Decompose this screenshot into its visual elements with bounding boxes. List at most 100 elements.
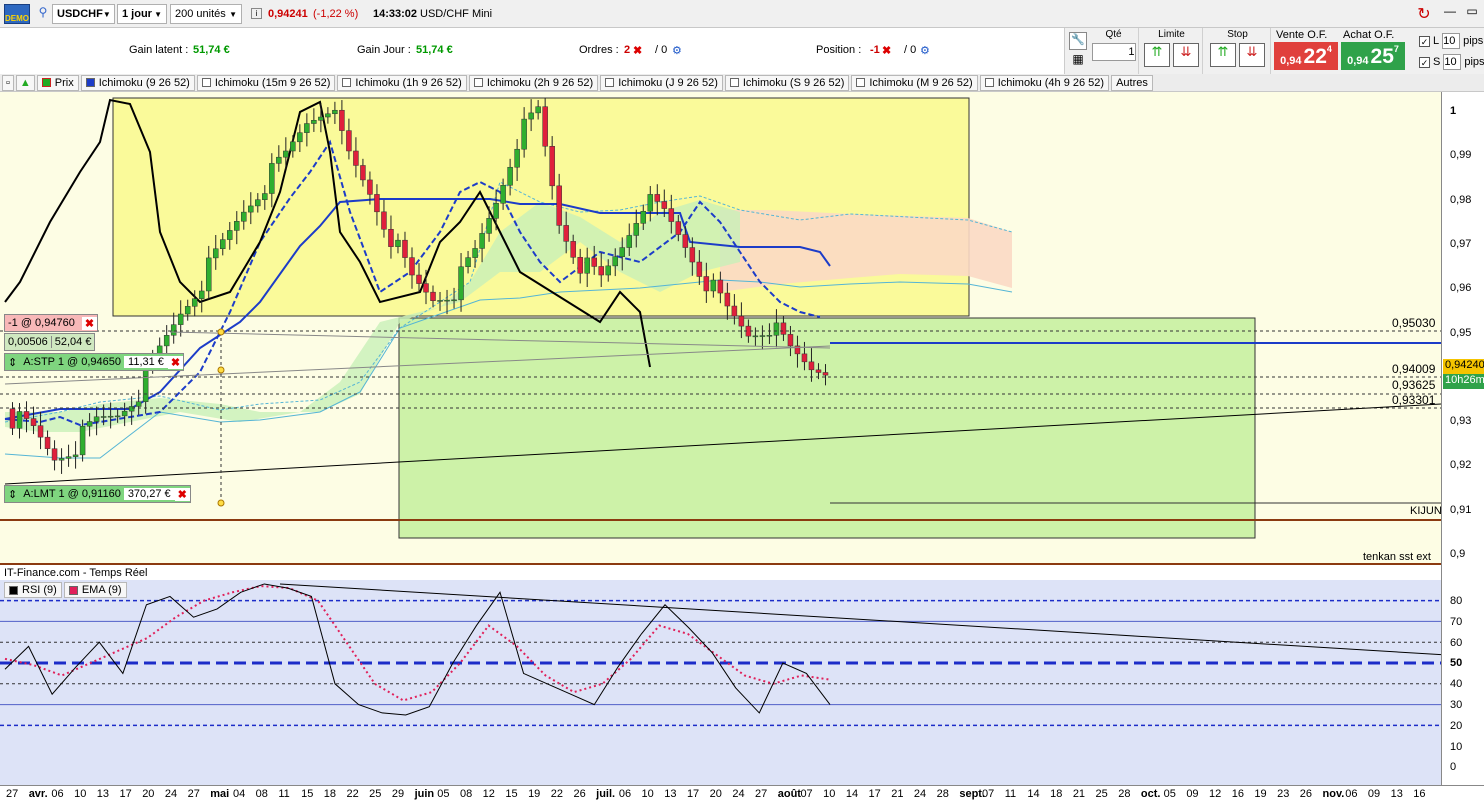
position-label: Position :	[816, 44, 862, 56]
position-order-tag[interactable]: -1 @ 0,94760 ✖	[4, 314, 99, 332]
gear-icon[interactable]: ⚙	[920, 44, 930, 57]
period-select[interactable]: 1 jour ▼	[117, 4, 167, 24]
drag-handle-icon[interactable]: ⇕	[5, 356, 20, 369]
order-handle[interactable]	[217, 366, 225, 374]
time-tick-label: 11	[278, 788, 290, 800]
stop-buy-button[interactable]: ⇈	[1210, 43, 1236, 67]
candle-body	[675, 221, 682, 235]
up-icon[interactable]: ▲	[15, 74, 35, 91]
stop-sell-button[interactable]: ⇊	[1239, 43, 1265, 67]
time-tick-label: 27	[755, 788, 768, 800]
limite-sell-button[interactable]: ⇊	[1173, 43, 1199, 67]
rsi-tick-label: 50	[1450, 657, 1463, 670]
close-icon[interactable]: ✖	[167, 355, 184, 369]
achat-button[interactable]: 0,94 25 7	[1341, 42, 1405, 70]
vente-price-sup: 4	[1326, 44, 1332, 54]
gear-icon[interactable]: ⚙	[672, 44, 682, 57]
candle-body	[500, 184, 506, 204]
drag-handle-icon[interactable]: ⇕	[5, 488, 20, 501]
indicator-ichimoku-2h[interactable]: Ichimoku (2h 9 26 52)	[468, 74, 599, 91]
candle-body	[128, 406, 135, 412]
time-tick-label: 19	[1254, 788, 1267, 800]
order-handle[interactable]	[217, 499, 225, 507]
time-axis[interactable]: 27 avr. 06 10 13 17 20 24 27 mai 04 08 11 15 18 22 25 29 j…	[0, 785, 1484, 801]
ordres-count[interactable]: 2	[624, 44, 630, 56]
wrench-icon[interactable]: 🔧	[1069, 32, 1087, 50]
limite-buy-button[interactable]: ⇈	[1144, 43, 1170, 67]
source-label: IT-Finance.com - Temps Réel	[4, 567, 148, 579]
s-pips-input[interactable]	[1443, 54, 1462, 70]
quote-name: USD/CHF Mini	[420, 8, 493, 20]
refresh-icon[interactable]: ↻	[1414, 4, 1434, 24]
symbol-select[interactable]: USDCHF ▼	[52, 4, 115, 24]
time-tick-label: 12	[482, 788, 495, 800]
restore-icon[interactable]: ▭	[1462, 4, 1482, 24]
candle-body	[304, 123, 310, 133]
candle-body	[577, 257, 583, 274]
units-select[interactable]: 200 unités ▼	[170, 4, 242, 24]
indicator-ichimoku-4h[interactable]: Ichimoku (4h 9 26 52)	[979, 74, 1110, 91]
close-icon[interactable]: ✖	[81, 316, 98, 330]
time-tick-label: 15	[301, 788, 314, 800]
rsi-tick-label: 10	[1450, 740, 1463, 753]
candle-body	[801, 353, 808, 363]
position-zero: / 0	[904, 44, 917, 56]
indicator-ichimoku-m[interactable]: Ichimoku (M 9 26 52)	[851, 74, 978, 91]
symbol-value: USDCHF	[57, 8, 103, 20]
order-handle[interactable]	[217, 328, 225, 336]
time-tick-label: 18	[323, 788, 337, 800]
indicator-ichimoku-15m[interactable]: Ichimoku (15m 9 26 52)	[196, 74, 336, 91]
time-tick-label: 24	[732, 788, 745, 800]
l-checkbox[interactable]: ✓	[1419, 35, 1430, 47]
candle-body	[451, 299, 457, 302]
indicator-label: Prix	[54, 76, 74, 89]
expand-icon[interactable]: ▫	[2, 74, 14, 91]
time-tick-label: oct.	[1140, 788, 1161, 800]
candle-body	[142, 366, 149, 402]
rsi-chart[interactable]: RSI (9) EMA (9)	[0, 580, 1442, 785]
time-tick-label: 20	[709, 788, 722, 800]
pin-icon[interactable]: ⚲	[36, 5, 50, 23]
candle-body	[423, 283, 429, 293]
price-axis[interactable]: 10,990,980,970,960,950,940,930,920,910,9…	[1441, 92, 1484, 785]
price-chart[interactable]: 0,95030 0,94009 0,93625 0,93301 KIJUN te…	[0, 92, 1442, 565]
indicator-ichimoku-s[interactable]: Ichimoku (S 9 26 52)	[724, 74, 850, 91]
vente-button[interactable]: 0,94 22 4	[1274, 42, 1338, 70]
indicator-ichimoku-j[interactable]: Ichimoku (J 9 26 52)	[600, 74, 723, 91]
indicator-prix[interactable]: Prix	[36, 74, 79, 91]
limit-order-text: A:LMT 1 @ 0,91160	[23, 488, 121, 500]
time-tick-label: 21	[1072, 788, 1086, 800]
candle-body	[388, 228, 394, 247]
l-pips-input[interactable]	[1442, 33, 1461, 49]
candle-body	[44, 436, 51, 449]
autres-button[interactable]: Autres	[1111, 74, 1153, 91]
keypad-icon[interactable]: ▦	[1069, 52, 1087, 70]
candle-body	[682, 234, 689, 248]
position-value[interactable]: -1	[870, 44, 880, 56]
stop-order-tag[interactable]: ⇕ A:STP 1 @ 0,94650 11,31 € ✖	[4, 353, 185, 371]
indicator-ichimoku-1h[interactable]: Ichimoku (1h 9 26 52)	[337, 74, 467, 91]
ema-legend-item[interactable]: EMA (9)	[63, 582, 127, 598]
checkbox-icon	[201, 78, 211, 87]
limit-order-tag[interactable]: ⇕ A:LMT 1 @ 0,91160 370,27 € ✖	[4, 485, 191, 503]
indicator-ichimoku-daily[interactable]: Ichimoku (9 26 52)	[80, 74, 195, 91]
time-tick-label: 17	[119, 788, 132, 800]
candle-body	[297, 132, 303, 143]
s-checkbox[interactable]: ✓	[1419, 56, 1430, 68]
minimize-icon[interactable]: —	[1440, 4, 1460, 24]
candle-body	[30, 418, 37, 426]
candle-body	[486, 218, 492, 234]
close-icon[interactable]: ✖	[174, 487, 190, 501]
rsi-legend-item[interactable]: RSI (9)	[4, 582, 62, 598]
candle-body	[184, 306, 191, 315]
qte-input[interactable]	[1091, 43, 1136, 61]
candle-body	[661, 201, 668, 209]
info-icon[interactable]: i	[251, 8, 262, 19]
time-tick-label: 20	[142, 788, 155, 800]
close-icon[interactable]: ✖	[633, 44, 642, 57]
candle-body	[535, 106, 541, 114]
quote-price: 0,94241	[268, 8, 308, 20]
candle-body	[759, 335, 766, 337]
time-tick-label: 13	[96, 788, 110, 800]
close-icon[interactable]: ✖	[882, 44, 891, 57]
